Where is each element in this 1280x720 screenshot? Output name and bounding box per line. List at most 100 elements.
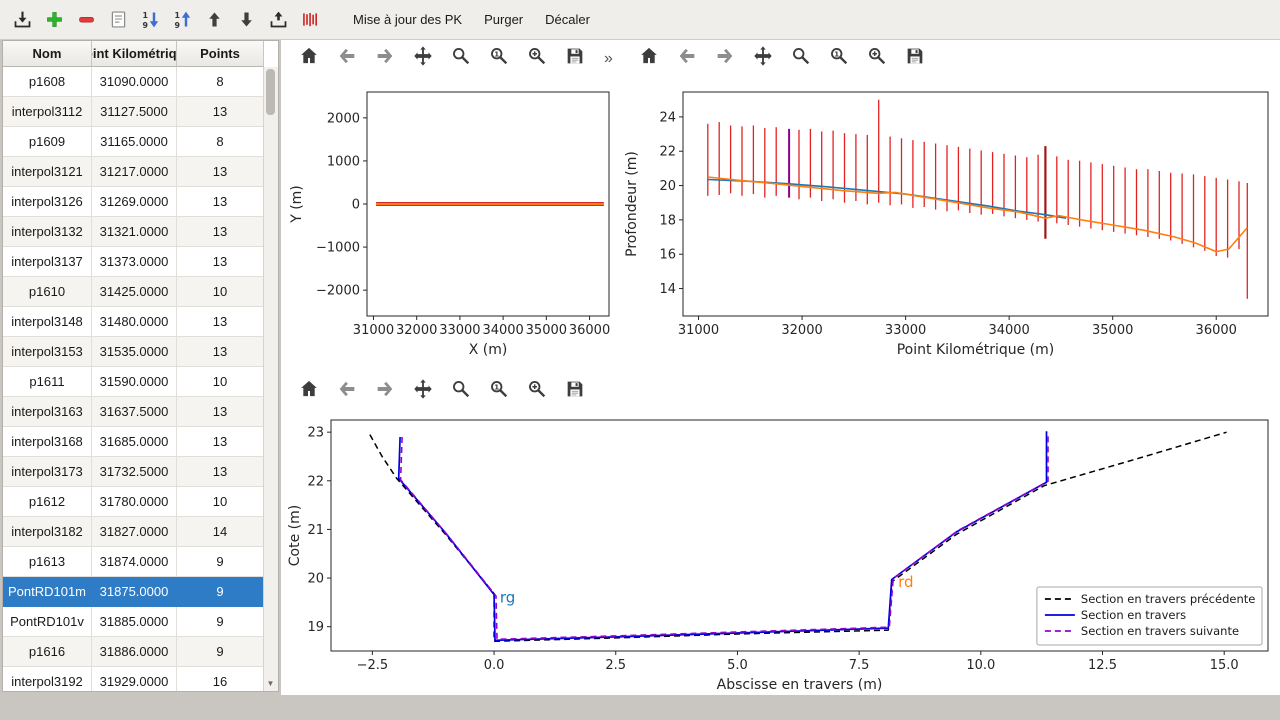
pan-button[interactable]: [409, 45, 436, 72]
table-row[interactable]: interpol315331535.000013: [3, 337, 264, 367]
table-row[interactable]: interpol313231321.000013: [3, 217, 264, 247]
pan-button[interactable]: [749, 45, 776, 72]
save-button[interactable]: [561, 45, 588, 72]
cell-pk: 31886.0000: [92, 637, 177, 667]
import-icon: [12, 9, 33, 30]
table-row[interactable]: interpol312131217.000013: [3, 157, 264, 187]
home-icon: [298, 45, 320, 72]
forward-icon: [714, 45, 736, 72]
save-icon: [904, 45, 926, 72]
table-row[interactable]: p160931165.00008: [3, 127, 264, 157]
zoom-plus-icon: [526, 378, 548, 405]
table-row[interactable]: p161031425.000010: [3, 277, 264, 307]
menu-item-decaler[interactable]: Décaler: [536, 7, 599, 32]
edit-button[interactable]: [104, 6, 132, 34]
table-row[interactable]: interpol317331732.500013: [3, 457, 264, 487]
cell-pk: 31732.5000: [92, 457, 177, 487]
remove-button[interactable]: [72, 6, 100, 34]
forward-button[interactable]: [711, 45, 738, 72]
back-icon: [336, 45, 358, 72]
back-button[interactable]: [673, 45, 700, 72]
forward-button[interactable]: [371, 45, 398, 72]
zoom-one-button[interactable]: 1: [825, 45, 852, 72]
home-button[interactable]: [635, 45, 662, 72]
home-button[interactable]: [295, 378, 322, 405]
home-icon: [298, 378, 320, 405]
table-row[interactable]: interpol313731373.000013: [3, 247, 264, 277]
main-toolbar: 1919 Mise à jour des PKPurgerDécaler: [0, 0, 1280, 40]
menu-item-purger[interactable]: Purger: [475, 7, 532, 32]
table-row[interactable]: p161331874.00009: [3, 547, 264, 577]
cell-points: 13: [177, 157, 264, 187]
svg-text:23: 23: [307, 426, 324, 441]
toolbar-overflow-button[interactable]: »: [604, 50, 613, 68]
table-row[interactable]: interpol318231827.000014: [3, 517, 264, 547]
back-button[interactable]: [333, 45, 360, 72]
table-row[interactable]: interpol311231127.500013: [3, 97, 264, 127]
table-row-selected[interactable]: PontRD101m31875.00009: [3, 577, 264, 607]
chart1-canvas[interactable]: 310003200033000340003500036000−2000−1000…: [281, 78, 621, 374]
export-button[interactable]: [264, 6, 292, 34]
cell-points: 8: [177, 127, 264, 157]
svg-text:1: 1: [494, 382, 499, 391]
zoom-button[interactable]: [787, 45, 814, 72]
table-row[interactable]: interpol314831480.000013: [3, 307, 264, 337]
column-header-point-kilometrique[interactable]: Point Kilométrique: [92, 41, 177, 67]
table-row[interactable]: interpol312631269.000013: [3, 187, 264, 217]
zoom-button[interactable]: [447, 378, 474, 405]
add-button[interactable]: [40, 6, 68, 34]
cell-nom: interpol3132: [3, 217, 92, 247]
table-row[interactable]: p161131590.000010: [3, 367, 264, 397]
menu-item-mise-a-jour-des-pk[interactable]: Mise à jour des PK: [344, 7, 471, 32]
svg-text:18: 18: [659, 213, 676, 228]
cell-pk: 31535.0000: [92, 337, 177, 367]
chart2-canvas[interactable]: 3100032000330003400035000360001416182022…: [623, 78, 1280, 374]
table-row[interactable]: interpol316331637.500013: [3, 397, 264, 427]
table-row[interactable]: p161631886.00009: [3, 637, 264, 667]
save-icon: [564, 45, 586, 72]
zoom-plus-button[interactable]: [523, 45, 550, 72]
cell-nom: interpol3173: [3, 457, 92, 487]
sort-ascending-button[interactable]: 19: [168, 6, 196, 34]
zoom-plus-button[interactable]: [523, 378, 550, 405]
sections-button[interactable]: [296, 6, 324, 34]
table-row[interactable]: p160831090.00008: [3, 67, 264, 97]
chart3-canvas[interactable]: −2.50.02.55.07.510.012.515.01920212223Ab…: [281, 406, 1280, 695]
move-up-button[interactable]: [200, 6, 228, 34]
scrollbar-down-button[interactable]: ▼: [264, 676, 277, 690]
table-scrollbar[interactable]: ▼: [263, 67, 278, 691]
sort-descending-button[interactable]: 19: [136, 6, 164, 34]
scrollbar-thumb[interactable]: [266, 69, 275, 115]
zoom-one-button[interactable]: 1: [485, 378, 512, 405]
zoom-button[interactable]: [447, 45, 474, 72]
cell-pk: 31425.0000: [92, 277, 177, 307]
table-row[interactable]: interpol316831685.000013: [3, 427, 264, 457]
save-button[interactable]: [901, 45, 928, 72]
pan-button[interactable]: [409, 378, 436, 405]
svg-text:10.0: 10.0: [966, 658, 995, 673]
cell-pk: 31165.0000: [92, 127, 177, 157]
import-button[interactable]: [8, 6, 36, 34]
save-icon: [564, 378, 586, 405]
save-button[interactable]: [561, 378, 588, 405]
cell-points: 13: [177, 337, 264, 367]
zoom-one-button[interactable]: 1: [485, 45, 512, 72]
zoom-icon: [450, 378, 472, 405]
back-button[interactable]: [333, 378, 360, 405]
move-down-button[interactable]: [232, 6, 260, 34]
home-button[interactable]: [295, 45, 322, 72]
cell-nom: interpol3126: [3, 187, 92, 217]
cell-points: 13: [177, 217, 264, 247]
table-row[interactable]: interpol319231929.000016: [3, 667, 264, 691]
table-body: p160831090.00008interpol311231127.500013…: [3, 67, 264, 691]
column-header-points[interactable]: Points: [177, 41, 264, 67]
back-icon: [336, 378, 358, 405]
cell-points: 9: [177, 547, 264, 577]
forward-button[interactable]: [371, 378, 398, 405]
table-row[interactable]: p161231780.000010: [3, 487, 264, 517]
table-row[interactable]: PontRD101v31885.00009: [3, 607, 264, 637]
zoom-plus-button[interactable]: [863, 45, 890, 72]
cell-points: 9: [177, 637, 264, 667]
zoom-one-icon: 1: [488, 378, 510, 405]
column-header-nom[interactable]: Nom: [3, 41, 92, 67]
